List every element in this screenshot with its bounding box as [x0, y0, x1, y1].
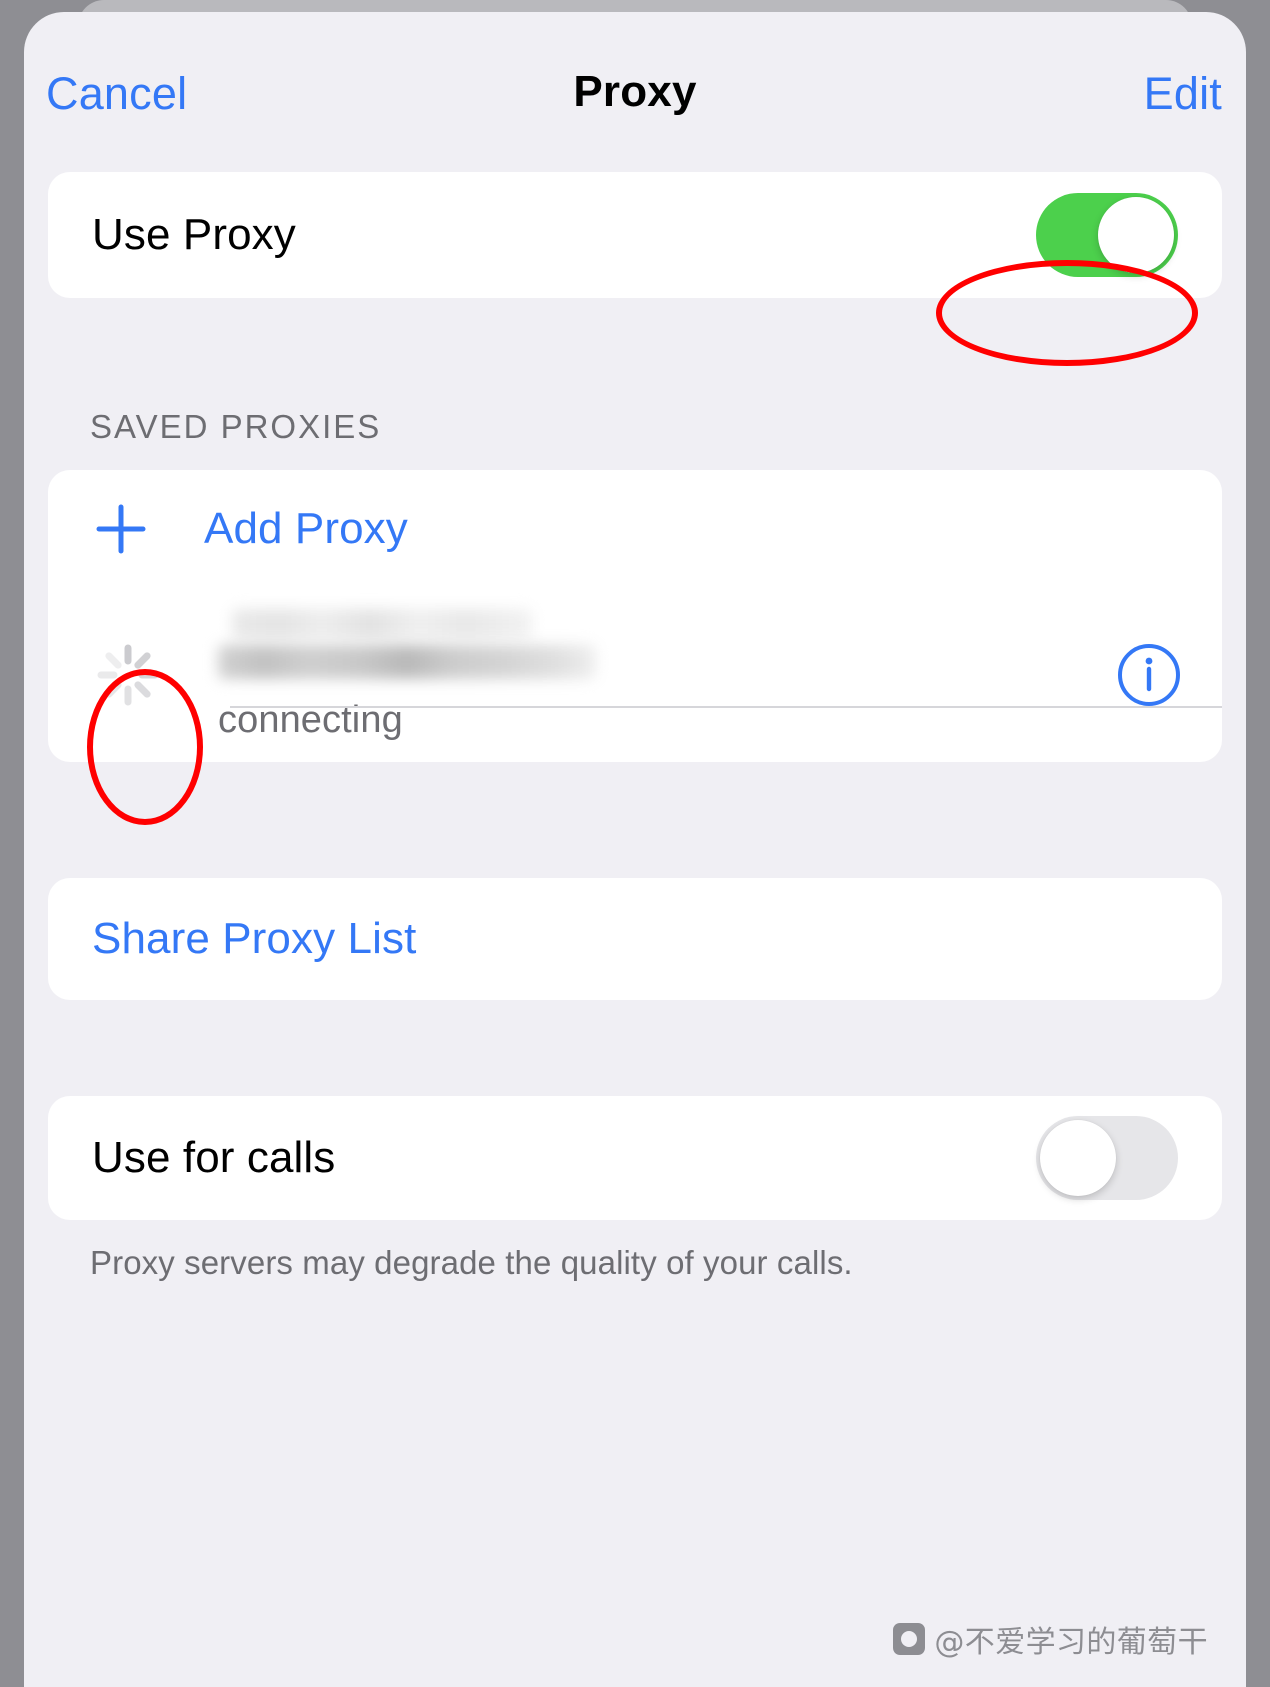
- use-for-calls-toggle[interactable]: [1036, 1116, 1178, 1200]
- saved-proxies-section-header: SAVED PROXIES: [90, 408, 382, 445]
- activity-spinner-icon: [80, 639, 176, 711]
- share-proxy-list-label: Share Proxy List: [92, 914, 417, 963]
- toggle-knob: [1098, 197, 1174, 273]
- navigation-bar: Cancel Proxy Edit: [24, 12, 1246, 172]
- use-proxy-label: Use Proxy: [92, 210, 296, 259]
- proxy-settings-sheet: Cancel Proxy Edit Use Proxy SAVED PROXIE…: [24, 12, 1246, 1687]
- saved-proxies-card: Add Proxy connecting: [48, 470, 1222, 762]
- add-proxy-row[interactable]: Add Proxy: [48, 470, 1222, 588]
- edit-button[interactable]: Edit: [1144, 68, 1222, 120]
- add-proxy-label: Add Proxy: [204, 504, 408, 553]
- use-proxy-row[interactable]: Use Proxy: [48, 172, 1222, 298]
- use-for-calls-card: Use for calls: [48, 1096, 1222, 1220]
- toggle-knob: [1040, 1120, 1116, 1196]
- use-for-calls-label: Use for calls: [92, 1133, 336, 1182]
- watermark: @不爱学习的葡萄干: [893, 1617, 1208, 1661]
- watermark-logo-icon: [893, 1623, 926, 1655]
- share-proxy-list-card: Share Proxy List: [48, 878, 1222, 1000]
- use-for-calls-footer-text: Proxy servers may degrade the quality of…: [90, 1244, 853, 1281]
- use-for-calls-row[interactable]: Use for calls: [48, 1096, 1222, 1220]
- device-frame: Cancel Proxy Edit Use Proxy SAVED PROXIE…: [0, 0, 1270, 1687]
- page-title: Proxy: [573, 67, 697, 116]
- share-proxy-list-row[interactable]: Share Proxy List: [48, 878, 1222, 1000]
- proxy-list-item[interactable]: connecting: [48, 588, 1222, 762]
- row-divider: [230, 706, 1222, 708]
- use-proxy-toggle[interactable]: [1036, 193, 1178, 277]
- plus-icon: [92, 500, 152, 558]
- proxy-name-redacted: [218, 608, 1116, 679]
- watermark-text: @不爱学习的葡萄干: [934, 1625, 1208, 1660]
- proxy-item-text-block: connecting: [218, 608, 1116, 742]
- info-circle-icon[interactable]: [1116, 642, 1182, 708]
- proxy-status-label: connecting: [218, 698, 403, 741]
- use-proxy-card: Use Proxy: [48, 172, 1222, 298]
